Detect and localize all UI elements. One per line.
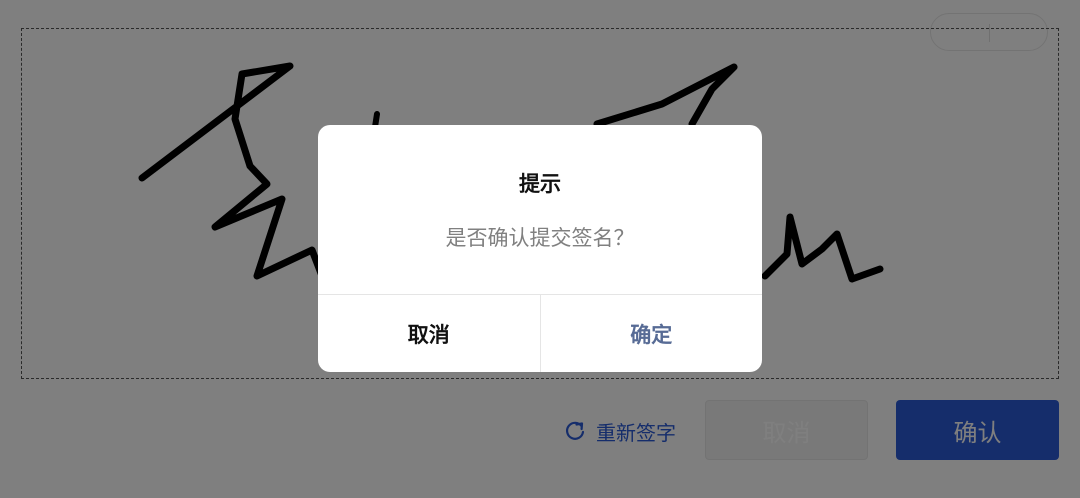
dialog-message: 是否确认提交签名？ <box>445 226 635 250</box>
dialog-cancel-button[interactable]: 取消 <box>318 295 541 372</box>
confirm-dialog: 提示 是否确认提交签名？ 取消 确定 <box>318 125 762 372</box>
dialog-confirm-button[interactable]: 确定 <box>541 295 763 372</box>
dialog-footer: 取消 确定 <box>318 294 762 372</box>
signature-page: 重新签字 取消 确认 提示 是否确认提交签名？ 取消 确定 <box>0 0 1080 498</box>
dialog-title: 提示 <box>519 172 561 196</box>
